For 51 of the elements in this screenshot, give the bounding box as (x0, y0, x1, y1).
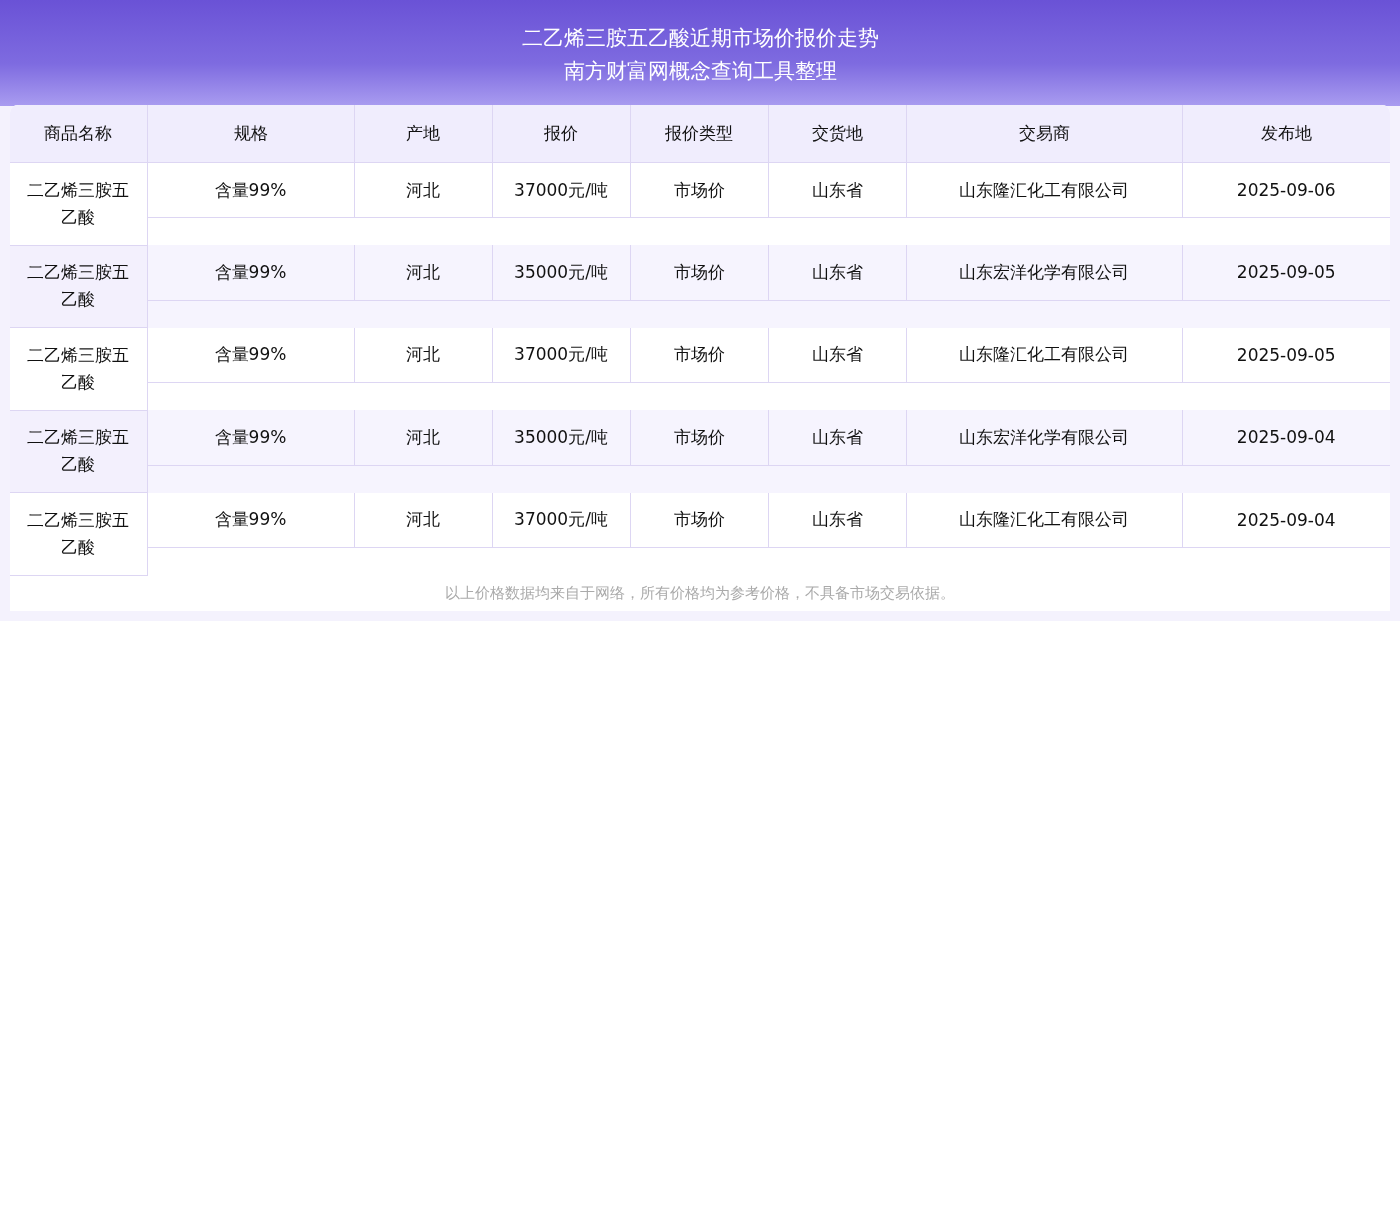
table-cell: 含量99% (147, 162, 354, 218)
table-cell: 山东省 (768, 162, 906, 218)
table-cell: 含量99% (147, 245, 354, 300)
table-cell: 山东省 (768, 410, 906, 465)
table-cell: 市场价 (630, 162, 768, 218)
table-cell: 35000元/吨 (492, 410, 630, 465)
table-cell: 河北 (354, 410, 492, 465)
column-header: 规格 (147, 105, 354, 163)
table-cell: 35000元/吨 (492, 245, 630, 300)
table-cell: 山东宏洋化学有限公司 (906, 410, 1182, 465)
table-cell: 含量99% (147, 410, 354, 465)
table-cell: 二乙烯三胺五乙酸 (10, 327, 147, 410)
column-header: 产地 (354, 105, 492, 163)
column-header: 报价 (492, 105, 630, 163)
table-cell: 市场价 (630, 327, 768, 383)
table-cell: 市场价 (630, 410, 768, 465)
column-header: 交易商 (906, 105, 1182, 163)
table-cell: 2025-09-04 (1182, 492, 1390, 548)
table-cell: 市场价 (630, 245, 768, 300)
page-subtitle: 南方财富网概念查询工具整理 (562, 58, 838, 85)
table-cell: 二乙烯三胺五乙酸 (10, 162, 147, 245)
table-cell: 2025-09-05 (1182, 327, 1390, 383)
column-header: 交货地 (768, 105, 906, 163)
table-cell: 河北 (354, 327, 492, 383)
table-cell: 2025-09-05 (1182, 245, 1390, 300)
table-cell: 37000元/吨 (492, 327, 630, 383)
table-cell: 河北 (354, 162, 492, 218)
table-cell: 山东隆汇化工有限公司 (906, 327, 1182, 383)
table-cell: 河北 (354, 492, 492, 548)
table-cell: 含量99% (147, 492, 354, 548)
table-cell: 二乙烯三胺五乙酸 (10, 492, 147, 575)
footnote: 以上价格数据均来自于网络，所有价格均为参考价格，不具备市场交易依据。 (10, 575, 1390, 611)
table-cell: 市场价 (630, 492, 768, 548)
table-cell: 山东省 (768, 245, 906, 300)
column-header: 商品名称 (10, 105, 147, 163)
page-title: 二乙烯三胺五乙酸近期市场价报价走势 (520, 25, 880, 52)
table-cell: 二乙烯三胺五乙酸 (10, 245, 147, 328)
table-cell: 含量99% (147, 327, 354, 383)
column-header: 报价类型 (630, 105, 768, 163)
table-cell: 二乙烯三胺五乙酸 (10, 410, 147, 493)
table-cell: 山东隆汇化工有限公司 (906, 492, 1182, 548)
column-header: 发布地 (1182, 105, 1390, 163)
table-cell: 37000元/吨 (492, 492, 630, 548)
table-cell: 山东隆汇化工有限公司 (906, 162, 1182, 218)
table-cell: 37000元/吨 (492, 162, 630, 218)
table-cell: 2025-09-04 (1182, 410, 1390, 465)
table-cell: 山东省 (768, 327, 906, 383)
table-cell: 山东宏洋化学有限公司 (906, 245, 1182, 300)
table-cell: 山东省 (768, 492, 906, 548)
table-cell: 河北 (354, 245, 492, 300)
table-cell: 2025-09-06 (1182, 162, 1390, 218)
